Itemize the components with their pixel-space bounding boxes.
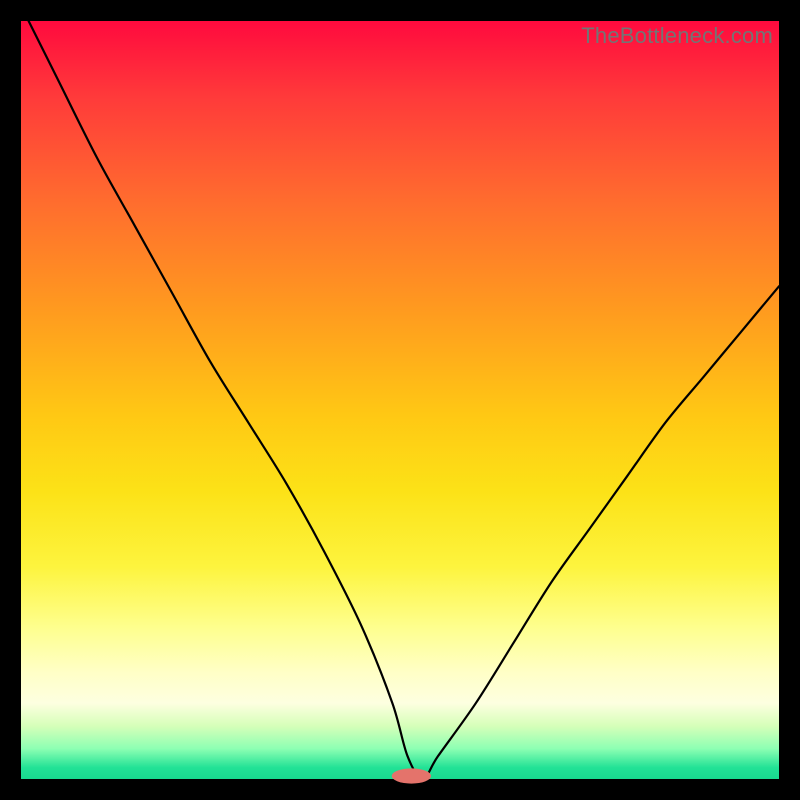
- chart-frame: TheBottleneck.com: [0, 0, 800, 800]
- bottleneck-curve: [21, 21, 779, 779]
- plot-area: TheBottleneck.com: [21, 21, 779, 779]
- minimum-marker: [392, 768, 431, 783]
- curve-path: [21, 6, 779, 779]
